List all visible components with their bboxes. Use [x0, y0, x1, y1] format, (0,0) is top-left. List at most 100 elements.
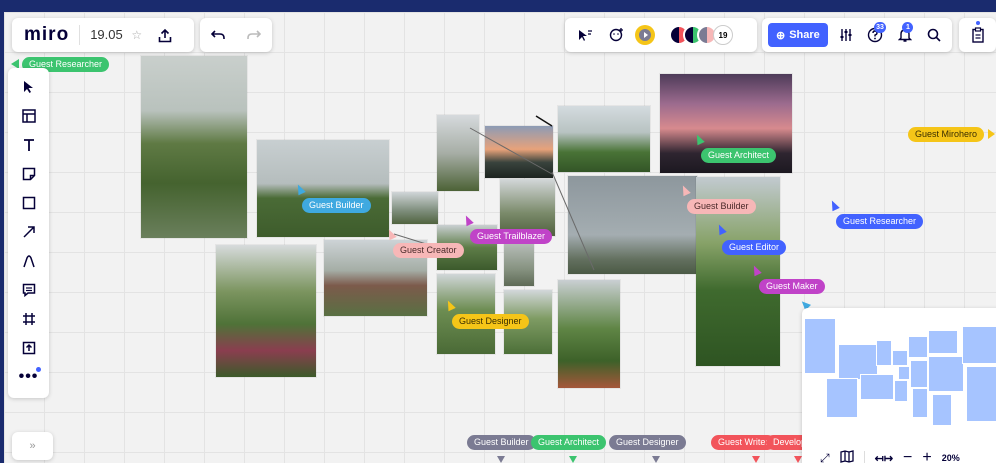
photo-green-trees[interactable] — [558, 106, 650, 172]
offscreen-arrow-icon — [652, 456, 660, 463]
creation-toolbar: ••• — [8, 68, 49, 398]
connector-tool-button[interactable] — [14, 217, 44, 246]
minus-icon: − — [903, 449, 913, 463]
cursor-label: Guest Editor — [722, 240, 787, 255]
share-label: Share — [789, 29, 820, 41]
offscreen-cursor-label[interactable]: Guest Architect — [531, 435, 607, 450]
photo-small-view[interactable] — [392, 192, 438, 224]
notifications-badge: 1 — [902, 22, 914, 33]
photo-balcony[interactable] — [558, 280, 620, 388]
minimap[interactable]: ⤢ ↤↦ − + 20% — [802, 308, 996, 463]
photo-rain-window[interactable] — [500, 179, 555, 236]
pen-tool-button[interactable] — [14, 246, 44, 275]
sticky-note-icon — [22, 167, 35, 180]
frame-tool-button[interactable] — [14, 304, 44, 333]
expand-icon: » — [29, 440, 36, 452]
settings-button[interactable] — [834, 21, 858, 49]
select-tool-button[interactable] — [14, 72, 44, 101]
offscreen-arrow-icon — [794, 456, 802, 463]
board-notes-button[interactable] — [964, 21, 992, 49]
zoom-out-button[interactable]: − — [903, 449, 912, 463]
cursor-arrow-icon — [385, 227, 397, 241]
export-button[interactable] — [151, 21, 179, 49]
photo-cloudy-town[interactable] — [568, 176, 697, 274]
notifications-button[interactable]: 1 — [893, 21, 917, 49]
cursor-label: Guest Designer — [452, 314, 529, 329]
search-button[interactable] — [922, 21, 946, 49]
comment-icon — [22, 283, 35, 297]
cursor-label: Guest Trailblazer — [470, 229, 553, 244]
board-title-panel: miro 19.05 ☆ — [12, 18, 194, 52]
plus-icon: + — [922, 449, 932, 463]
new-indicator-dot — [35, 367, 41, 372]
help-badge: 33 — [874, 22, 886, 33]
map-button[interactable] — [839, 450, 854, 463]
star-button[interactable]: ☆ — [123, 21, 151, 49]
cursor-arrow-icon — [988, 129, 995, 139]
miro-logo[interactable]: miro — [24, 24, 69, 46]
connector-arrow-icon — [22, 225, 35, 238]
cursor-label: Guest Creator — [393, 243, 464, 258]
cursor-label: Guest Architect — [701, 148, 777, 163]
zoom-level[interactable]: 20% — [942, 453, 960, 463]
board-canvas[interactable]: Guest Researcher Guest Builder Guest Cre… — [4, 12, 996, 463]
redo-icon — [247, 30, 261, 39]
undo-redo-panel — [200, 18, 272, 52]
collaborators-count: 19 — [713, 25, 733, 45]
offscreen-arrow-icon — [569, 456, 577, 463]
fit-width-icon: ↤↦ — [874, 452, 894, 463]
offscreen-cursor-label[interactable]: Guest Builder — [467, 435, 536, 450]
help-button[interactable]: 33 — [863, 21, 887, 49]
photo-rainy-field[interactable] — [257, 140, 389, 237]
redo-button[interactable] — [240, 21, 268, 49]
fullscreen-icon: ⤢ — [820, 450, 830, 463]
settings-sliders-icon — [840, 29, 852, 41]
photo-garden-house[interactable] — [216, 245, 316, 377]
pen-icon — [22, 254, 35, 267]
fit-width-button[interactable]: ↤↦ — [875, 452, 893, 463]
text-tool-button[interactable] — [14, 130, 44, 159]
photo-garden-fence[interactable] — [141, 56, 247, 238]
app-root: { "app": { "logo": "miro", "board_name":… — [0, 0, 996, 463]
search-icon — [927, 28, 941, 42]
fullscreen-button[interactable]: ⤢ — [820, 451, 830, 463]
minimap-controls: ⤢ ↤↦ − + 20% — [802, 445, 996, 463]
collaboration-panel: 19 — [565, 18, 757, 52]
zoom-in-button[interactable]: + — [922, 449, 931, 463]
add-participant-button[interactable] — [603, 21, 631, 49]
frame-template-icon — [21, 108, 36, 123]
play-icon — [639, 29, 651, 41]
text-icon — [23, 138, 34, 151]
photo-sunset-lake[interactable] — [485, 126, 553, 178]
board-name[interactable]: 19.05 — [79, 25, 123, 45]
board-menu-panel — [959, 18, 996, 52]
timer-button[interactable] — [635, 25, 655, 45]
upload-icon — [22, 341, 35, 354]
collaborator-avatars[interactable]: 19 — [669, 25, 733, 45]
templates-tool-button[interactable] — [14, 101, 44, 130]
sticky-note-tool-button[interactable] — [14, 159, 44, 188]
cursor-label: Guest Researcher — [836, 214, 924, 229]
shape-icon — [22, 196, 35, 209]
undo-button[interactable] — [204, 21, 232, 49]
notes-indicator-dot — [975, 21, 980, 25]
divider — [863, 451, 865, 463]
globe-icon: ⊕ — [776, 29, 786, 42]
photo-bare-tree[interactable] — [437, 115, 479, 191]
map-icon — [839, 450, 854, 463]
star-icon: ☆ — [131, 28, 143, 42]
offscreen-cursor-label[interactable]: Guest Designer — [609, 435, 686, 450]
shape-tool-button[interactable] — [14, 188, 44, 217]
cursor-label: Guest Builder — [302, 198, 371, 213]
comment-tool-button[interactable] — [14, 275, 44, 304]
undo-icon — [211, 30, 225, 39]
photo-puddle[interactable] — [504, 244, 534, 286]
reactions-button[interactable] — [571, 21, 599, 49]
offscreen-arrow-icon — [497, 456, 505, 463]
share-button[interactable]: ⊕ Share — [768, 23, 828, 47]
more-tools-button[interactable]: ••• — [14, 362, 44, 391]
upload-tool-button[interactable] — [14, 333, 44, 362]
select-icon — [23, 80, 33, 93]
expand-panel-button[interactable]: » — [12, 432, 53, 460]
minimap-viewport — [802, 316, 996, 426]
